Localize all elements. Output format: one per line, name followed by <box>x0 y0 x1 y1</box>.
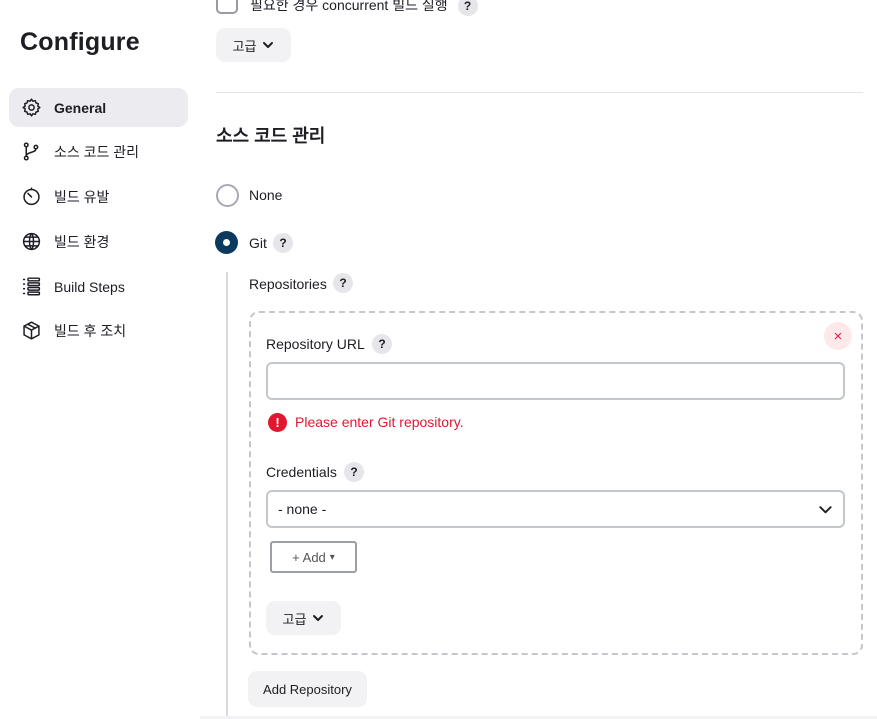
concurrent-build-label: 필요한 경우 concurrent 빌드 실행 <box>250 0 448 13</box>
repository-url-help-icon[interactable]: ? <box>372 334 392 354</box>
sidebar-item-label: Build Steps <box>54 278 125 295</box>
repositories-label: Repositories <box>249 276 327 292</box>
add-repository-button[interactable]: Add Repository <box>248 671 367 707</box>
section-divider <box>216 92 863 93</box>
advanced-label: 고급 <box>282 611 307 627</box>
scm-radio-none[interactable] <box>216 184 239 207</box>
git-options-indent-line <box>226 272 228 719</box>
caret-down-icon: ▾ <box>329 551 335 563</box>
sidebar-item-build-triggers[interactable]: 빌드 유발 <box>9 177 188 216</box>
error-icon: ! <box>268 413 287 432</box>
sidebar-item-scm[interactable]: 소스 코드 관리 <box>9 132 188 171</box>
repository-url-error: Please enter Git repository. <box>295 414 464 430</box>
concurrent-build-checkbox[interactable] <box>216 0 238 14</box>
sidebar-item-label: 빌드 유발 <box>54 188 110 205</box>
timer-icon <box>20 186 42 208</box>
credentials-selected-value: - none - <box>278 501 327 517</box>
chevron-down-icon <box>312 612 324 624</box>
sidebar-item-build-steps[interactable]: Build Steps <box>9 267 188 306</box>
help-icon[interactable]: ? <box>457 0 478 16</box>
branch-icon <box>20 141 42 163</box>
concurrent-build-row: 필요한 경우 concurrent 빌드 실행 ? <box>250 0 478 16</box>
credentials-label: Credentials <box>266 464 337 480</box>
gear-icon <box>20 97 42 119</box>
credentials-help-icon[interactable]: ? <box>344 462 364 482</box>
chevron-down-icon <box>262 39 274 51</box>
repository-advanced-button[interactable]: 고급 <box>266 601 341 635</box>
sidebar-item-build-environment[interactable]: 빌드 환경 <box>9 222 188 261</box>
page-title: Configure <box>20 28 140 56</box>
scm-radio-git[interactable] <box>215 231 238 254</box>
credentials-select[interactable]: - none - <box>266 490 845 528</box>
repository-url-input[interactable] <box>266 362 845 400</box>
sidebar-item-label: 빌드 환경 <box>54 233 110 250</box>
repository-url-label: Repository URL <box>266 336 365 352</box>
add-credentials-button[interactable]: + Add ▾ <box>270 541 357 573</box>
advanced-label: 고급 <box>232 38 257 54</box>
general-advanced-button[interactable]: 고급 <box>216 28 291 62</box>
close-icon[interactable]: × <box>824 322 852 350</box>
sidebar-item-post-build[interactable]: 빌드 후 조치 <box>9 311 188 350</box>
sidebar-item-label: 소스 코드 관리 <box>54 143 140 160</box>
add-credentials-label: + Add <box>292 549 326 565</box>
sidebar-item-label: General <box>54 99 107 116</box>
scm-radio-none-label: None <box>249 187 283 203</box>
chevron-down-icon <box>818 502 833 517</box>
sidebar-item-general[interactable]: General <box>9 88 188 127</box>
package-icon <box>20 320 42 342</box>
repositories-help-icon[interactable]: ? <box>333 273 353 293</box>
git-help-icon[interactable]: ? <box>273 233 293 253</box>
scm-section-title: 소스 코드 관리 <box>216 126 326 146</box>
scm-radio-git-label: Git <box>249 235 267 251</box>
globe-icon <box>20 231 42 253</box>
list-icon <box>20 276 42 298</box>
sidebar-item-label: 빌드 후 조치 <box>54 322 127 339</box>
